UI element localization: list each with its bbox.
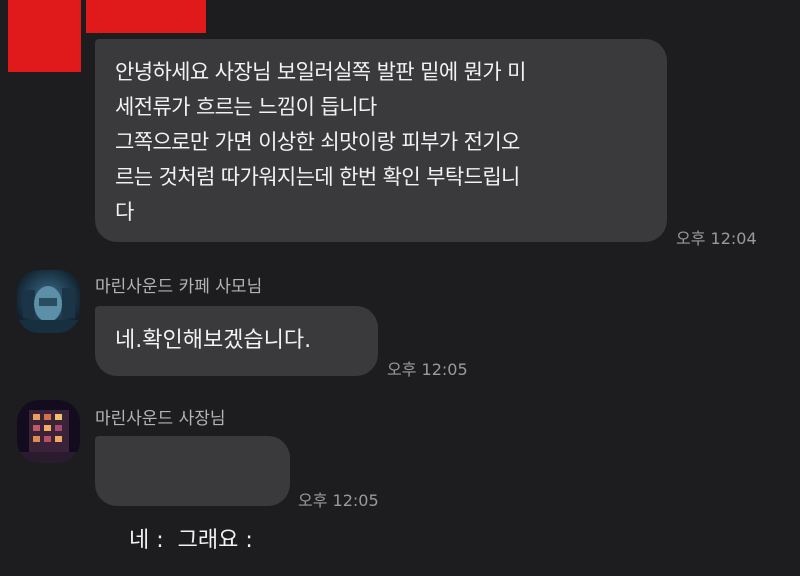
avatar-image (17, 400, 80, 463)
avatar-cafe-owner[interactable] (17, 400, 80, 463)
message-text: 네 : 그래요 : (129, 528, 253, 553)
message-line: 다 (115, 200, 134, 224)
avatar-cafe-owner-wife[interactable] (17, 270, 80, 333)
message-line: 르는 것처럼 따가워지는데 한번 확인 부탁드립니 (115, 165, 520, 189)
sender-name: 마린사운드 카페 사모님 (95, 277, 263, 297)
avatar-image (17, 270, 80, 333)
message-timestamp: 오후 12:04 (676, 229, 757, 248)
redaction-block-sender-name (86, 0, 206, 33)
sender-name: 마린사운드 사장님 (95, 409, 226, 429)
message-line: 안녕하세요 사장님 보일러실쪽 발판 밑에 뭔가 미 (115, 60, 526, 84)
message-bubble-incoming-3[interactable]: 네 : 그래요 : (95, 436, 290, 553)
redaction-block-avatar (8, 0, 81, 72)
message-bubble-incoming-2[interactable]: 네.확인해보겠습니다. (95, 306, 378, 376)
message-line: 그쪽으로만 가면 이상한 쇠맛이랑 피부가 전기오 (115, 130, 520, 154)
message-timestamp: 오후 12:05 (387, 360, 468, 379)
message-line: 세전류가 흐르는 느낌이 듭니다 (115, 95, 377, 119)
message-timestamp: 오후 12:05 (298, 491, 379, 510)
message-text: 네.확인해보겠습니다. (115, 328, 312, 353)
message-bubble-incoming-1[interactable]: 안녕하세요 사장님 보일러실쪽 발판 밑에 뭔가 미 세전류가 흐르는 느낌이 … (95, 39, 667, 242)
